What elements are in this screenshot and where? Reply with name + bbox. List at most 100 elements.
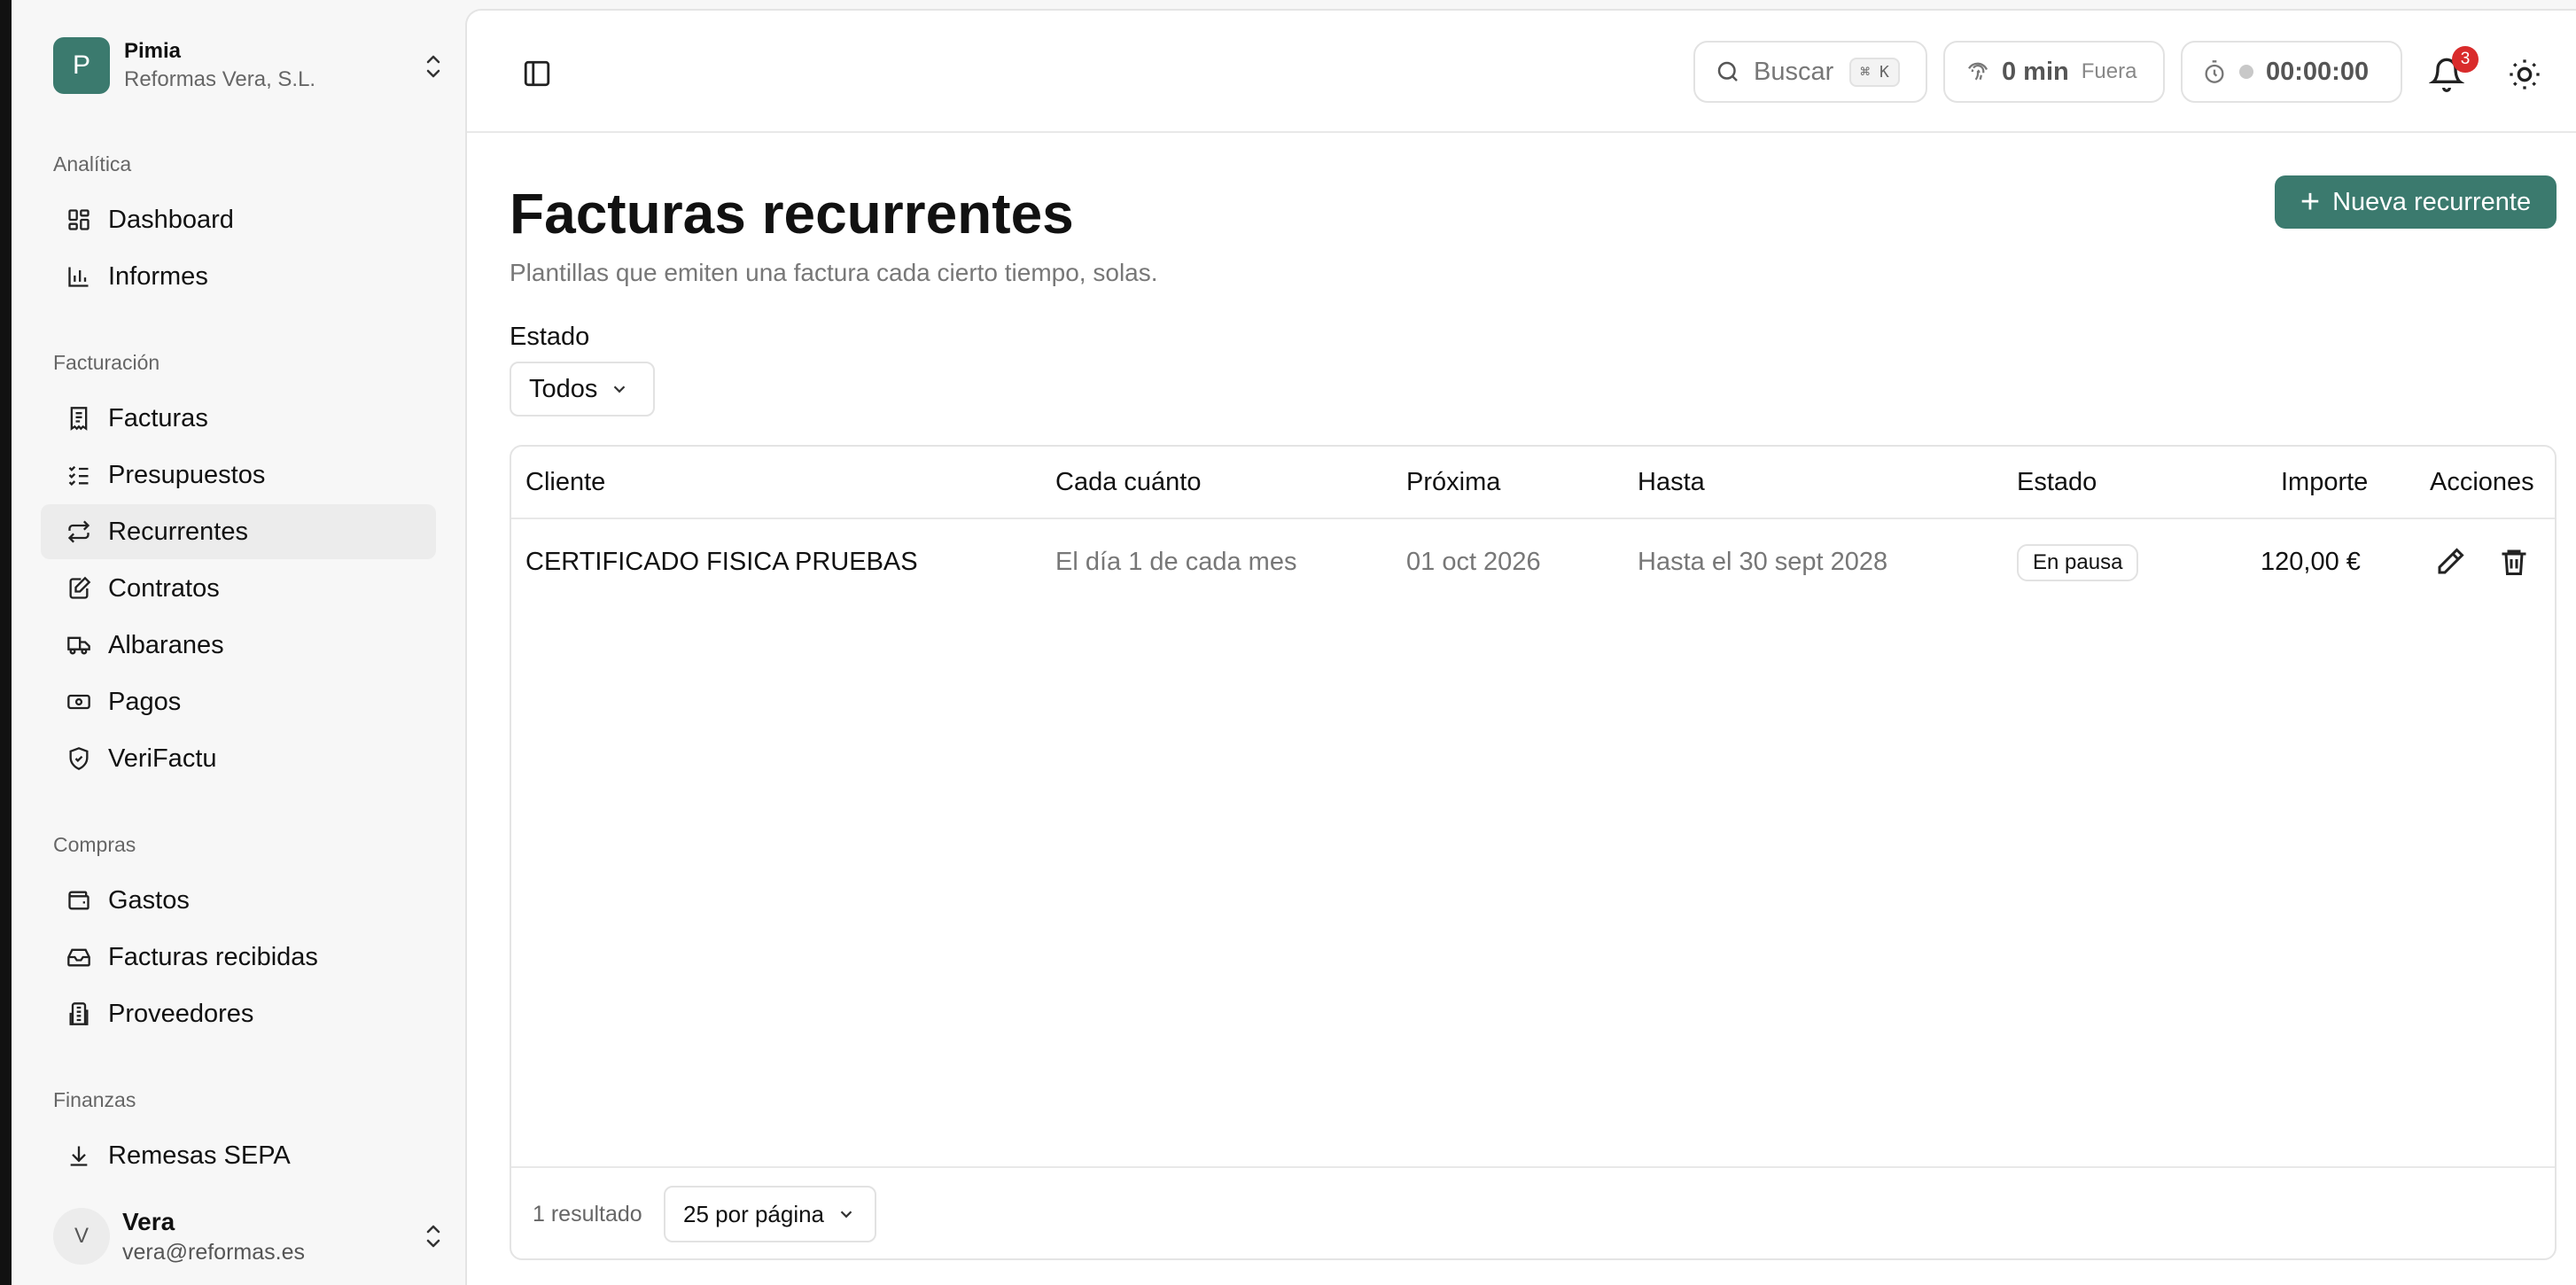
fingerprint-icon [1968,62,1988,81]
window-edge [0,0,12,1285]
sidebar-item-dashboard[interactable]: Dashboard [41,192,436,247]
edit-pencil-icon[interactable] [2434,546,2466,578]
inbox-icon [66,944,92,970]
timer-value: 00:00:00 [2266,57,2370,86]
per-page-value: 25 por página [683,1200,825,1227]
sidebar-item-label: Presupuestos [108,460,266,489]
org-avatar: P [53,37,110,94]
status-badge: En pausa [2017,544,2139,581]
sidebar-item-recurrentes[interactable]: Recurrentes [41,504,436,559]
column-header-proxima[interactable]: Próxima [1406,468,1500,497]
new-recurring-button[interactable]: + Nueva recurrente [2275,175,2557,229]
status-filter-select[interactable]: Todos [510,362,655,417]
sidebar-item-label: Remesas SEPA [108,1141,291,1170]
user-name: Vera [122,1207,175,1235]
sidebar-item-label: Facturas [108,403,208,432]
cell-proxima: 01 oct 2026 [1406,548,1541,576]
new-recurring-label: Nueva recurrente [2332,187,2532,216]
repeat-icon [66,518,92,545]
sidebar-item-pagos[interactable]: Pagos [41,674,436,729]
shield-check-icon [66,745,92,772]
sidebar-item-label: Facturas recibidas [108,942,318,971]
sidebar-item-label: VeriFactu [108,744,217,773]
recurring-invoices-table: Cliente Cada cuánto Próxima Hasta Estado… [510,445,2557,1260]
sidebar-item-label: Informes [108,261,208,291]
cell-importe: 120,00 € [2261,548,2361,576]
chevron-down-icon [840,1211,852,1219]
sidebar-item-gastos[interactable]: Gastos [41,873,436,928]
main-panel: Buscar ⌘ K 0 min Fuera 00:00:00 3 Factur… [465,9,2576,1285]
user-menu[interactable]: V Vera vera@reformas.es [53,1201,443,1272]
sidebar: P Pimia Reformas Vera, S.L. Analítica Da… [12,0,465,1285]
sidebar-item-albaranes[interactable]: Albaranes [41,618,436,673]
cell-hasta: Hasta el 30 sept 2028 [1638,548,1888,576]
wallet-icon [66,887,92,914]
chevron-down-icon [614,386,626,393]
org-name: Pimia [124,39,182,63]
sidebar-item-verifactu[interactable]: VeriFactu [41,731,436,786]
column-header-importe[interactable]: Importe [2281,468,2368,497]
table-header: Cliente Cada cuánto Próxima Hasta Estado… [511,447,2555,519]
stopwatch-icon [2205,60,2224,83]
page-title: Facturas recurrentes [510,182,1074,245]
sidebar-item-proveedores[interactable]: Proveedores [41,986,436,1041]
org-switcher[interactable]: P Pimia Reformas Vera, S.L. [53,35,443,97]
presence-button[interactable]: 0 min Fuera [1943,41,2165,103]
presence-value: 0 min [2002,57,2069,86]
timer-button[interactable]: 00:00:00 [2181,41,2402,103]
sidebar-item-label: Contratos [108,573,220,603]
sidebar-item-label: Gastos [108,885,190,915]
timer-status-dot [2239,65,2253,79]
per-page-select[interactable]: 25 por página [664,1186,876,1242]
avatar: V [53,1208,110,1265]
status-filter-label: Estado [510,323,590,351]
result-count: 1 resultado [533,1202,642,1227]
topbar: Buscar ⌘ K 0 min Fuera 00:00:00 3 [467,11,2576,133]
chevrons-up-down-icon [426,55,440,78]
search-label: Buscar [1754,57,1834,86]
download-icon [66,1142,92,1169]
search-shortcut: ⌘ K [1849,57,1900,87]
section-analitica: Analítica [53,152,132,175]
truck-icon [66,632,92,658]
chevrons-up-down-icon [426,1225,440,1248]
sidebar-item-presupuestos[interactable]: Presupuestos [41,448,436,502]
section-finanzas: Finanzas [53,1088,136,1111]
cell-cliente: CERTIFICADO FISICA PRUEBAS [525,548,918,576]
sidebar-item-label: Recurrentes [108,517,248,546]
banknote-icon [66,689,92,715]
section-compras: Compras [53,833,136,856]
trash-icon[interactable] [2498,546,2530,578]
dashboard-icon [66,206,92,233]
table-row[interactable]: CERTIFICADO FISICA PRUEBAS El día 1 de c… [511,519,2555,606]
sidebar-toggle-icon[interactable] [522,58,552,89]
page-subtitle: Plantillas que emiten una factura cada c… [510,259,1158,286]
checklist-icon [66,462,92,488]
bar-chart-icon [66,263,92,290]
sun-icon[interactable] [2507,57,2542,92]
section-facturacion: Facturación [53,351,160,374]
org-subtitle: Reformas Vera, S.L. [124,67,316,91]
sidebar-item-remesas-sepa[interactable]: Remesas SEPA [41,1128,436,1183]
column-header-estado[interactable]: Estado [2017,468,2097,497]
sidebar-item-informes[interactable]: Informes [41,249,436,304]
invoice-icon [66,405,92,432]
sidebar-item-label: Pagos [108,687,182,716]
search-icon [1717,61,1738,82]
sidebar-item-facturas[interactable]: Facturas [41,391,436,446]
column-header-hasta[interactable]: Hasta [1638,468,1705,497]
search-button[interactable]: Buscar ⌘ K [1693,41,1927,103]
table-footer: 1 resultado 25 por página [511,1166,2555,1258]
plus-icon: + [2300,183,2321,221]
sidebar-item-label: Albaranes [108,630,224,659]
sidebar-item-facturas-recibidas[interactable]: Facturas recibidas [41,930,436,985]
column-header-cliente[interactable]: Cliente [525,468,605,497]
contract-icon [66,575,92,602]
presence-status: Fuera [2081,59,2137,83]
column-header-frecuencia[interactable]: Cada cuánto [1055,468,1201,497]
building-icon [66,1001,92,1027]
column-header-acciones: Acciones [2430,468,2534,496]
sidebar-item-contratos[interactable]: Contratos [41,561,436,616]
user-email: vera@reformas.es [122,1239,305,1265]
notification-badge: 3 [2452,46,2479,73]
